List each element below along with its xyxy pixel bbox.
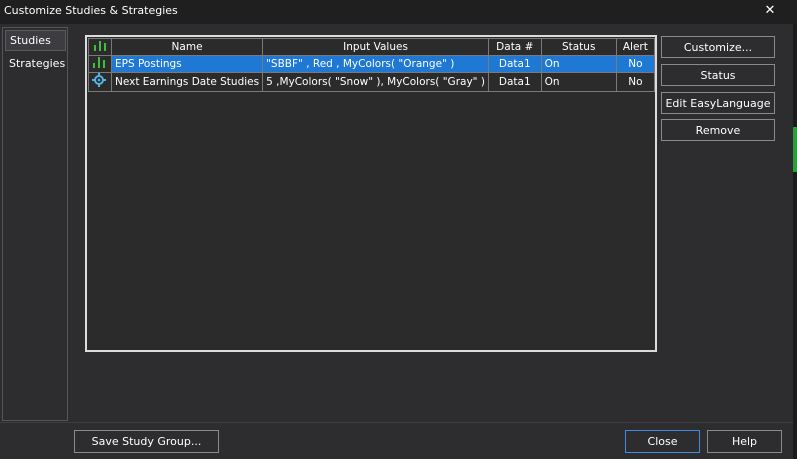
studies-grid-panel: Name Input Values Data # Status Alert EP… bbox=[85, 35, 657, 352]
edit-easylanguage-button[interactable]: Edit EasyLanguage bbox=[661, 92, 775, 114]
close-icon[interactable]: ✕ bbox=[762, 3, 778, 19]
row-icon-cell bbox=[88, 55, 112, 73]
study-name[interactable]: EPS Postings bbox=[110, 55, 264, 73]
bar-chart-icon bbox=[93, 57, 105, 68]
help-button[interactable]: Help bbox=[707, 430, 782, 453]
column-header-alert[interactable]: Alert bbox=[615, 38, 656, 56]
sidebar-item-strategies[interactable]: Strategies bbox=[5, 53, 66, 74]
study-input-values[interactable]: "SBBF" , Red , MyColors( "Orange" ) bbox=[262, 55, 489, 73]
column-header-status[interactable]: Status bbox=[540, 38, 617, 56]
study-data[interactable]: Data1 bbox=[487, 72, 542, 92]
column-header-input-values[interactable]: Input Values bbox=[262, 38, 489, 56]
window-edge bbox=[793, 24, 797, 459]
table-header-row: Name Input Values Data # Status Alert bbox=[88, 38, 656, 56]
close-button[interactable]: Close bbox=[625, 430, 700, 453]
window-title: Customize Studies & Strategies bbox=[4, 4, 178, 17]
study-status[interactable]: On bbox=[540, 72, 617, 92]
bar-chart-icon bbox=[94, 41, 106, 51]
study-status[interactable]: On bbox=[540, 55, 617, 73]
study-alert[interactable]: No bbox=[615, 55, 656, 73]
row-icon-cell bbox=[88, 72, 112, 92]
remove-button[interactable]: Remove bbox=[661, 119, 775, 141]
save-study-group-button[interactable]: Save Study Group... bbox=[74, 430, 219, 453]
study-input-values[interactable]: 5 ,MyColors( "Snow" ), MyColors( "Gray" … bbox=[262, 72, 489, 92]
column-header-icon bbox=[88, 38, 112, 56]
table-row[interactable]: Next Earnings Date Studies 5 ,MyColors( … bbox=[88, 72, 656, 92]
study-data[interactable]: Data1 bbox=[487, 55, 542, 73]
status-button[interactable]: Status bbox=[661, 64, 775, 86]
footer-divider bbox=[0, 422, 793, 423]
sidebar-item-studies[interactable]: Studies bbox=[5, 30, 66, 51]
table-row[interactable]: EPS Postings "SBBF" , Red , MyColors( "O… bbox=[88, 55, 656, 73]
gear-icon bbox=[92, 73, 106, 87]
customize-button[interactable]: Customize... bbox=[661, 36, 775, 58]
sidebar: Studies Strategies bbox=[2, 27, 68, 421]
column-header-data[interactable]: Data # bbox=[487, 38, 542, 56]
studies-table: Name Input Values Data # Status Alert EP… bbox=[88, 38, 656, 92]
column-header-name[interactable]: Name bbox=[110, 38, 264, 56]
title-bar: Customize Studies & Strategies ✕ bbox=[0, 0, 797, 24]
study-alert[interactable]: No bbox=[615, 72, 656, 92]
study-name[interactable]: Next Earnings Date Studies bbox=[110, 72, 264, 92]
accent-strip bbox=[793, 127, 797, 172]
